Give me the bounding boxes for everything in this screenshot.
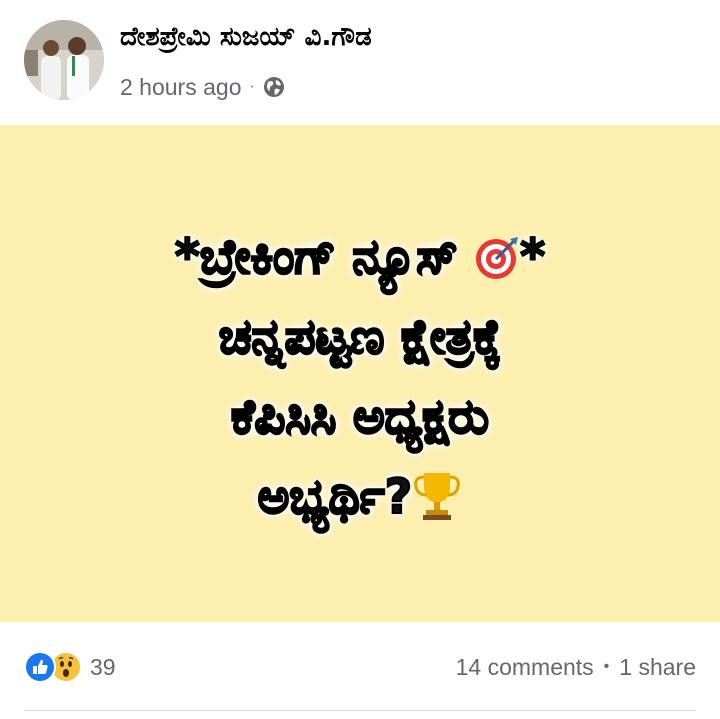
engagement-summary: 14 comments • 1 share bbox=[456, 650, 696, 684]
reactions-summary[interactable]: 39 bbox=[24, 650, 116, 684]
author-avatar[interactable] bbox=[24, 20, 104, 100]
post-headline: *ಬ್ರೇಕಿಂಗ್ ನ್ಯೂಸ್ * ಚನ್ನಪಟ್ಟಣ ಕ್ಷೇತ್ರಕ್ಕ… bbox=[0, 217, 720, 537]
globe-icon bbox=[263, 77, 284, 97]
footer-divider bbox=[24, 710, 696, 711]
shares-count-link[interactable]: 1 share bbox=[619, 654, 696, 681]
headline-line-1-suffix: * bbox=[519, 228, 546, 286]
headline-line-2: ಚನ್ನಪಟ್ಟಣ ಕ್ಷೇತ್ರಕ್ಕೆ bbox=[218, 308, 503, 366]
comments-count-link[interactable]: 14 comments bbox=[456, 654, 594, 681]
post-footer: 39 14 comments • 1 share bbox=[0, 622, 720, 719]
author-name[interactable]: ದೇಶಪ್ರೇಮಿ ಸುಜಯ್ ವಿ.ಗೌಡ bbox=[120, 22, 372, 53]
headline-line-4-text: ಅಭ್ಯರ್ಥಿ? bbox=[257, 468, 414, 526]
meta-separator: · bbox=[249, 78, 255, 95]
headline-line-1: *ಬ್ರೇಕಿಂಗ್ ನ್ಯೂಸ್ * bbox=[0, 217, 720, 297]
post-text-card: *ಬ್ರೇಕಿಂಗ್ ನ್ಯೂಸ್ * ಚನ್ನಪಟ್ಟಣ ಕ್ಷೇತ್ರಕ್ಕ… bbox=[0, 125, 720, 622]
profile-photo-icon bbox=[24, 20, 104, 100]
post-header: ದೇಶಪ್ರೇಮಿ ಸುಜಯ್ ವಿ.ಗೌಡ 2 hours ago · bbox=[0, 0, 720, 125]
headline-line-3: ಕೆಪಿಸಿಸಿ ಅಧ್ಯಕ್ಷರು bbox=[230, 388, 490, 446]
post-meta: 2 hours ago · bbox=[120, 72, 285, 102]
post-timestamp[interactable]: 2 hours ago bbox=[120, 74, 241, 101]
engagement-separator: • bbox=[603, 658, 610, 675]
headline-line-4: ಅಭ್ಯರ್ಥಿ? bbox=[0, 457, 720, 537]
direct-hit-emoji-icon bbox=[476, 237, 519, 279]
like-icon bbox=[24, 651, 56, 683]
reaction-count: 39 bbox=[90, 653, 116, 680]
trophy-emoji-icon bbox=[414, 473, 461, 520]
headline-line-1-text: *ಬ್ರೇಕಿಂಗ್ ನ್ಯೂಸ್ bbox=[174, 228, 459, 286]
